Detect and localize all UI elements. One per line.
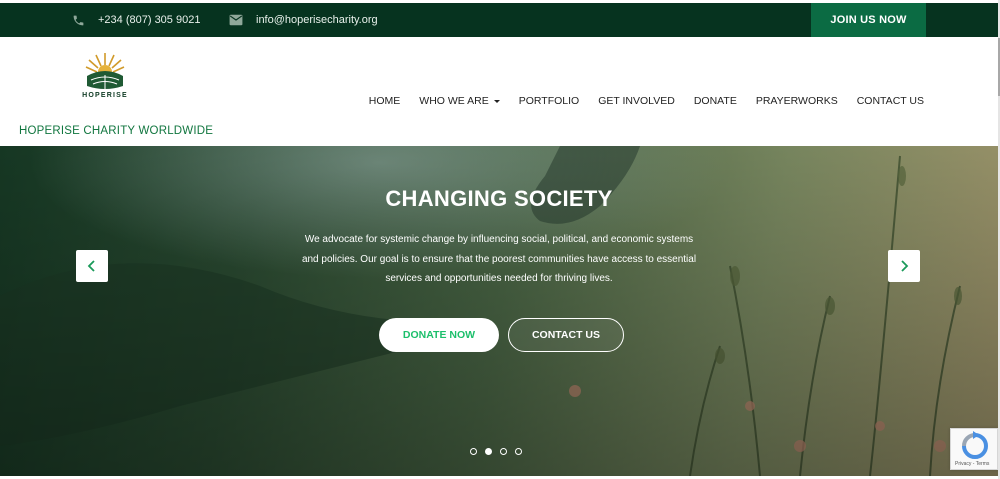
contact-us-button[interactable]: CONTACT US xyxy=(508,318,624,352)
phone-number: +234 (807) 305 9021 xyxy=(98,14,201,26)
recaptcha-icon xyxy=(962,431,988,459)
nav-item-donate[interactable]: DONATE xyxy=(694,95,737,107)
nav-item-label: PRAYERWORKS xyxy=(755,95,838,107)
nav-item-label: CONTACT US xyxy=(856,95,924,107)
nav-item-prayerworks[interactable]: PRAYERWORKS xyxy=(756,95,838,107)
slider-dot-3[interactable] xyxy=(500,448,507,455)
nav-item-who-we-are[interactable]: WHO WE ARE xyxy=(419,95,500,107)
slider-dots xyxy=(470,448,522,455)
hero-title: CHANGING SOCIETY xyxy=(385,186,613,211)
nav-item-label: HOME xyxy=(368,95,401,107)
nav-item-label: PORTFOLIO xyxy=(518,95,580,107)
top-bar: +234 (807) 305 9021 info@hoperisecharity… xyxy=(0,3,998,37)
nav-item-label: DONATE xyxy=(693,95,737,107)
chevron-right-icon xyxy=(901,260,909,272)
envelope-icon xyxy=(229,14,243,26)
hero-description: We advocate for systemic change by influ… xyxy=(301,234,697,284)
nav-item-label: GET INVOLVED xyxy=(598,95,675,107)
slider-next-button[interactable] xyxy=(888,250,920,282)
nav-item-get-involved[interactable]: GET INVOLVED xyxy=(598,95,675,107)
slider-dot-4[interactable] xyxy=(515,448,522,455)
main-nav: HOME WHO WE ARE PORTFOLIO GET INVOLVED D… xyxy=(350,95,924,107)
slider-prev-button[interactable] xyxy=(76,250,108,282)
recaptcha-badge[interactable]: Privacy - Terms xyxy=(950,428,998,470)
slider-dot-1[interactable] xyxy=(470,448,477,455)
site-header: HOPERISE HOPERISE CHARITY WORLDWIDE HOME… xyxy=(0,37,998,146)
nav-item-home[interactable]: HOME xyxy=(369,95,401,107)
donate-now-button[interactable]: DONATE NOW xyxy=(379,318,499,352)
site-tagline: HOPERISE CHARITY WORLDWIDE xyxy=(19,125,214,137)
phone-contact[interactable]: +234 (807) 305 9021 xyxy=(72,3,200,37)
join-us-button[interactable]: JOIN US NOW xyxy=(811,3,926,37)
recaptcha-footer[interactable]: Privacy - Terms xyxy=(955,461,989,467)
phone-icon xyxy=(73,15,84,25)
nav-item-portfolio[interactable]: PORTFOLIO xyxy=(519,95,579,107)
nav-item-contact-us[interactable]: CONTACT US xyxy=(857,95,924,107)
hero-slider: CHANGING SOCIETY We advocate for systemi… xyxy=(0,146,998,476)
email-contact[interactable]: info@hoperisecharity.org xyxy=(229,3,378,37)
nav-item-label: WHO WE ARE xyxy=(419,95,489,107)
caret-down-icon xyxy=(493,99,500,103)
email-address: info@hoperisecharity.org xyxy=(256,14,378,26)
chevron-left-icon xyxy=(87,260,95,272)
logo-wordmark: HOPERISE xyxy=(82,92,128,99)
slider-dot-2[interactable] xyxy=(485,448,492,455)
